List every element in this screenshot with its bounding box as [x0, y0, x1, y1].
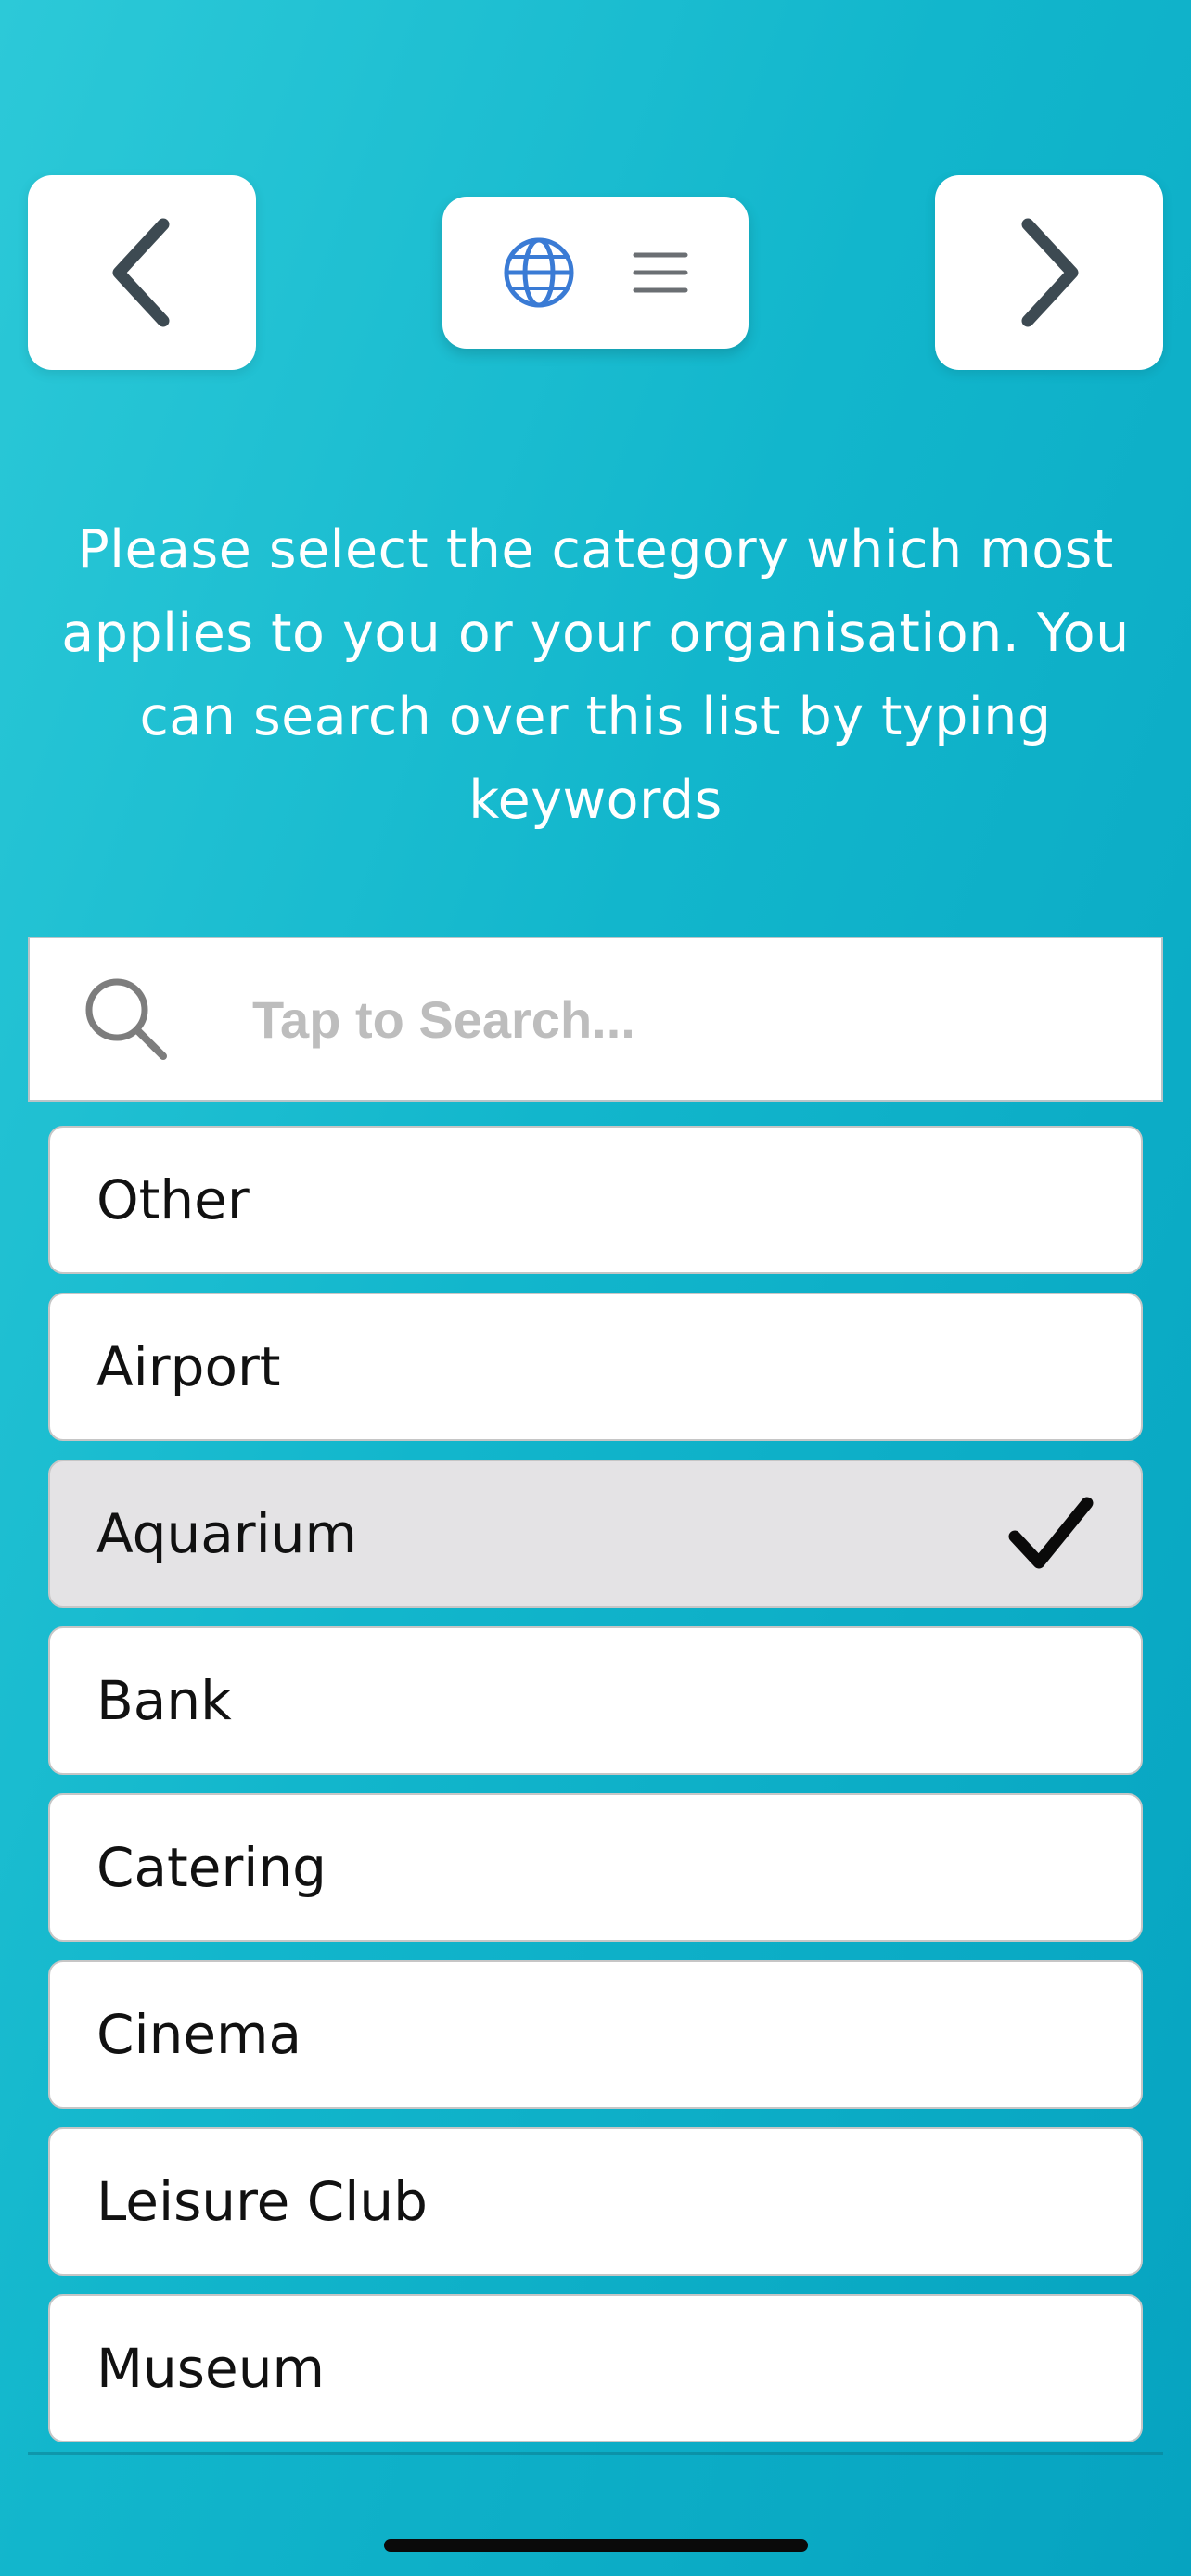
list-item-label: Catering — [96, 1836, 327, 1899]
search-input[interactable] — [250, 988, 1089, 1051]
language-menu-toggle[interactable] — [442, 197, 749, 349]
globe-icon[interactable] — [503, 236, 575, 309]
list-item-leisure-club[interactable]: Leisure Club — [48, 2127, 1143, 2276]
list-item-label: Cinema — [96, 2003, 302, 2066]
chevron-left-icon — [109, 217, 174, 328]
list-item-catering[interactable]: Catering — [48, 1793, 1143, 1942]
list-item-aquarium[interactable]: Aquarium — [48, 1460, 1143, 1608]
list-item-label: Other — [96, 1168, 250, 1231]
list-item-label: Aquarium — [96, 1502, 357, 1565]
back-button[interactable] — [28, 175, 256, 370]
list-item-airport[interactable]: Airport — [48, 1293, 1143, 1441]
search-bar[interactable] — [28, 937, 1163, 1102]
list-item-label: Leisure Club — [96, 2170, 428, 2233]
list-item-cinema[interactable]: Cinema — [48, 1960, 1143, 2109]
home-indicator[interactable] — [384, 2539, 808, 2552]
hamburger-menu-icon[interactable] — [633, 249, 688, 296]
list-item-bank[interactable]: Bank — [48, 1626, 1143, 1775]
list-item-other[interactable]: Other — [48, 1126, 1143, 1274]
search-icon — [80, 973, 173, 1065]
category-list[interactable]: Other Airport Aquarium Bank Catering Cin… — [28, 1102, 1163, 2455]
checkmark-icon — [1007, 1496, 1095, 1572]
chevron-right-icon — [1017, 217, 1082, 328]
list-item-label: Airport — [96, 1335, 281, 1398]
list-item-label: Bank — [96, 1669, 232, 1732]
list-item-museum[interactable]: Museum — [48, 2294, 1143, 2442]
list-item-label: Museum — [96, 2337, 325, 2400]
forward-button[interactable] — [935, 175, 1163, 370]
instructions-text: Please select the category which most ap… — [61, 519, 1130, 831]
